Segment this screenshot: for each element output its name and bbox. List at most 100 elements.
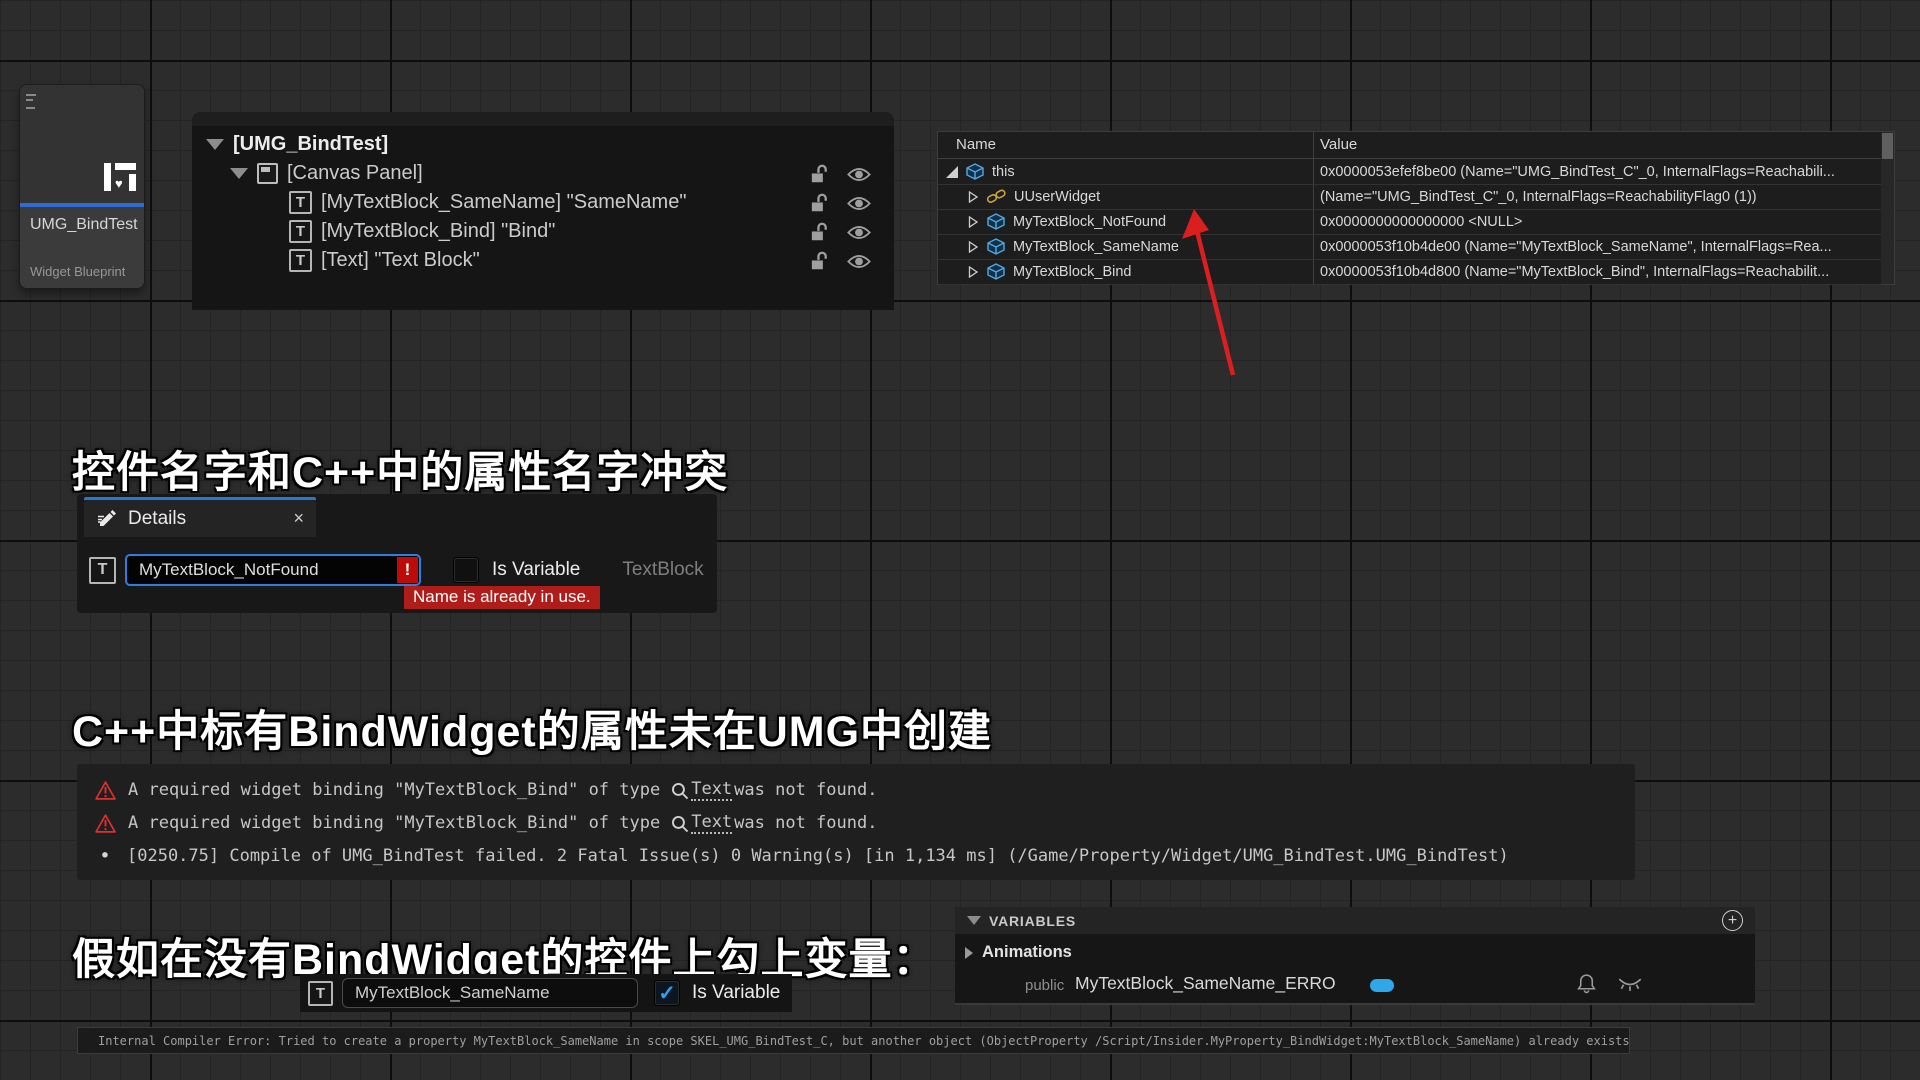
unlock-icon[interactable] [808, 163, 830, 190]
textblock-icon: T [308, 981, 333, 1006]
unlock-icon[interactable] [808, 192, 830, 219]
watch-value-text: (Name="UMG_BindTest_C"_0, InternalFlags=… [1320, 189, 1875, 205]
canvas-panel-icon [257, 163, 278, 184]
watch-row-this[interactable]: this 0x0000053efef8be00 (Name="UMG_BindT… [938, 160, 1881, 185]
log-error-prefix: A required widget binding "MyTextBlock_B… [128, 813, 660, 833]
expand-arrow-icon[interactable] [206, 139, 224, 150]
log-row-error-2[interactable]: A required widget binding "MyTextBlock_B… [95, 812, 877, 834]
widget-name-input[interactable] [125, 554, 421, 586]
widget-name-input[interactable] [342, 978, 638, 1008]
watch-value-text: 0x0000000000000000 <NULL> [1320, 214, 1875, 230]
log-row-error-1[interactable]: A required widget binding "MyTextBlock_B… [95, 779, 877, 801]
widget-type-label: TextBlock [622, 559, 703, 581]
close-icon[interactable]: × [293, 508, 304, 529]
variables-panel: VARIABLES + Animations public MyTextBloc… [955, 907, 1755, 1005]
asset-card-widget-blueprint[interactable]: ♥ UMG_BindTest Widget Blueprint [20, 85, 144, 288]
expand-arrow-icon[interactable] [230, 168, 248, 179]
details-tab[interactable]: Details × [84, 497, 316, 537]
variable-name-label[interactable]: MyTextBlock_SameName_ERRO [1075, 973, 1336, 994]
watch-row-uuserwidget[interactable]: UUserWidget (Name="UMG_BindTest_C"_0, In… [938, 185, 1881, 210]
collapsed-arrow-icon[interactable] [968, 191, 979, 203]
search-icon [670, 781, 689, 800]
compile-log-panel: A required widget binding "MyTextBlock_B… [77, 764, 1635, 880]
watch-value-column-header[interactable]: Value [1320, 136, 1357, 153]
add-variable-button[interactable]: + [1722, 910, 1743, 931]
hierarchy-row-controls [808, 221, 871, 248]
variable-scope-label: public [1025, 977, 1064, 994]
asset-label-area: UMG_BindTest Widget Blueprint [20, 207, 144, 288]
bullet-icon: • [95, 845, 115, 867]
hierarchy-row-bind[interactable]: T [MyTextBlock_Bind] "Bind" [192, 217, 555, 246]
search-icon [670, 814, 689, 833]
name-error-badge: ! [397, 557, 418, 583]
is-variable-checkbox[interactable] [453, 557, 479, 583]
unlock-icon[interactable] [808, 250, 830, 277]
watch-name-column-header[interactable]: Name [956, 136, 996, 153]
object-cube-icon [986, 263, 1006, 280]
asset-corner-marks-icon [26, 94, 36, 112]
textblock-icon: T [289, 191, 312, 214]
visibility-eye-icon[interactable] [847, 166, 871, 188]
section-heading-bindwidget-missing: C++中标有BindWidget的属性未在UMG中创建 [72, 697, 992, 759]
hierarchy-row-controls [808, 163, 871, 190]
variables-header[interactable]: VARIABLES + [955, 907, 1755, 934]
hierarchy-root-label: [UMG_BindTest] [233, 133, 388, 156]
is-variable-label: Is Variable [492, 559, 580, 581]
watch-name-text: MyTextBlock_Bind [1013, 264, 1131, 280]
watch-row-samename[interactable]: MyTextBlock_SameName 0x0000053f10b4de00 … [938, 235, 1881, 260]
umg-widget-icon: ♥ [103, 162, 137, 197]
object-cube-icon [965, 163, 985, 180]
textblock-icon: T [289, 249, 312, 272]
watch-row-notfound[interactable]: MyTextBlock_NotFound 0x0000000000000000 … [938, 210, 1881, 235]
expanded-arrow-icon[interactable] [946, 166, 958, 178]
parent-class-links-icon [986, 188, 1007, 205]
collapsed-arrow-icon[interactable] [968, 241, 979, 253]
animations-group-label: Animations [982, 943, 1072, 962]
svg-text:♥: ♥ [115, 176, 123, 191]
watch-scrollbar[interactable] [1881, 132, 1894, 284]
is-variable-label: Is Variable [692, 982, 780, 1004]
name-in-use-tooltip: Name is already in use. [404, 586, 600, 609]
hierarchy-row-controls [808, 192, 871, 219]
collapsed-arrow-icon[interactable] [965, 947, 973, 959]
watch-name-text: MyTextBlock_NotFound [1013, 214, 1166, 230]
closed-eye-icon[interactable] [1617, 977, 1643, 997]
hierarchy-item-label: [MyTextBlock_Bind] "Bind" [321, 220, 555, 243]
hierarchy-row-samename[interactable]: T [MyTextBlock_SameName] "SameName" [192, 188, 686, 217]
visibility-eye-icon[interactable] [847, 195, 871, 217]
red-annotation-arrow [1180, 205, 1260, 385]
log-row-summary[interactable]: • [0250.75] Compile of UMG_BindTest fail… [95, 845, 1509, 867]
collapsed-arrow-icon[interactable] [968, 266, 979, 278]
variable-type-pill[interactable] [1370, 979, 1394, 992]
log-type-link[interactable]: Text [691, 779, 732, 801]
bell-icon[interactable] [1577, 973, 1596, 999]
hierarchy-row-text[interactable]: T [Text] "Text Block" [192, 246, 480, 275]
animations-group-row[interactable]: Animations [965, 943, 1072, 962]
internal-compiler-error-bar: Internal Compiler Error: Tried to create… [77, 1027, 1630, 1054]
object-cube-icon [986, 213, 1006, 230]
expand-arrow-icon[interactable] [967, 916, 981, 925]
pencil-edit-icon [96, 508, 118, 530]
unlock-icon[interactable] [808, 221, 830, 248]
collapsed-arrow-icon[interactable] [968, 216, 979, 228]
details-panel: Details × T ! Is Variable TextBlock Name… [77, 494, 717, 613]
object-cube-icon [986, 238, 1006, 255]
variables-header-label: VARIABLES [989, 913, 1076, 929]
watch-row-bind[interactable]: MyTextBlock_Bind 0x0000053f10b4d800 (Nam… [938, 260, 1881, 285]
log-type-link[interactable]: Text [691, 812, 732, 834]
is-variable-checkbox-checked[interactable]: ✓ [654, 980, 680, 1006]
textblock-icon: T [289, 220, 312, 243]
asset-thumbnail: ♥ [20, 85, 144, 203]
hierarchy-row-controls [808, 250, 871, 277]
watch-scrollbar-thumb[interactable] [1882, 133, 1893, 159]
rename-widget-row: T ✓ Is Variable [300, 974, 792, 1012]
hierarchy-row-canvas[interactable]: [Canvas Panel] [192, 159, 423, 188]
hierarchy-row-root[interactable]: [UMG_BindTest] [192, 130, 388, 159]
internal-compiler-error-text: Internal Compiler Error: Tried to create… [98, 1034, 1630, 1048]
debugger-watch-panel: Name Value this 0x0000053efef8be00 (Name… [937, 131, 1895, 285]
watch-header: Name Value [938, 132, 1894, 159]
visibility-eye-icon[interactable] [847, 224, 871, 246]
widget-name-input-wrap: ! [125, 554, 421, 586]
visibility-eye-icon[interactable] [847, 253, 871, 275]
log-summary-text: [0250.75] Compile of UMG_BindTest failed… [127, 846, 1509, 866]
